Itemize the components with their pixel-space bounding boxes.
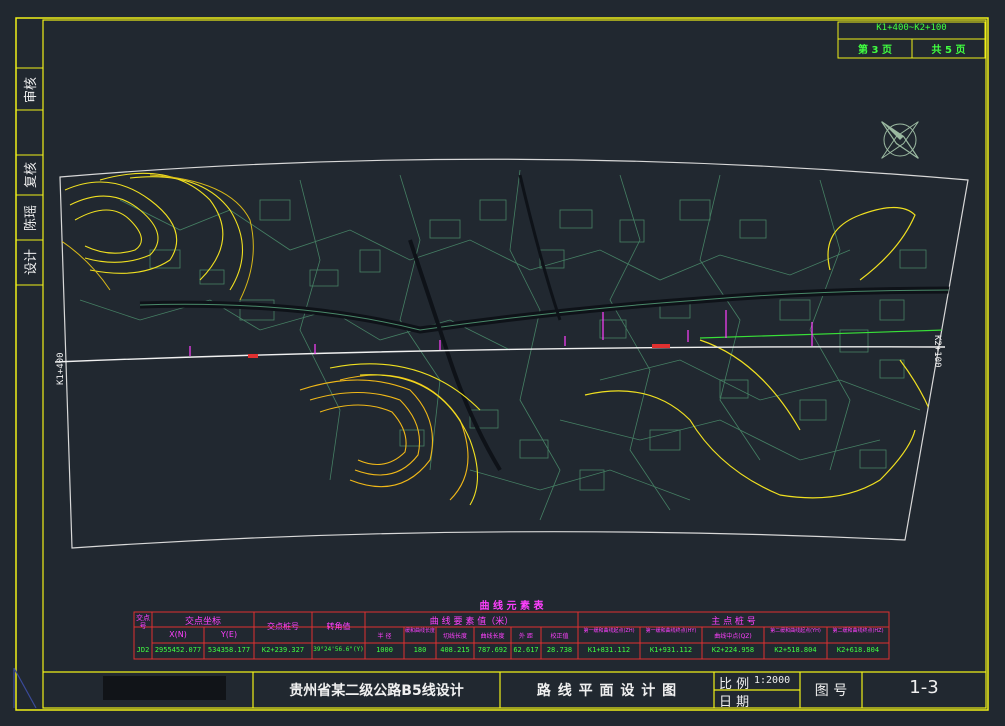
cell-hy: K1+931.112 (649, 646, 693, 654)
drawing-no: 1-3 (909, 677, 939, 698)
redacted-box (103, 676, 226, 700)
sheet-range: K1+400~K2+100 (876, 23, 947, 33)
hdr-main-points: 主 点 桩 号 (711, 617, 756, 627)
sub-yh: 第二缓和曲线起点(YH) (770, 628, 821, 634)
cell-hz: K2+618.804 (836, 646, 880, 654)
cell-deflection: 39°24'56.6"(Y) (313, 646, 364, 653)
sub-radius: 半 径 (377, 633, 392, 640)
sub-zh: 第一缓和曲线起点(ZH) (583, 628, 635, 634)
cell-external: 62.617 (513, 646, 539, 654)
side-shen-he: 审核 (24, 77, 39, 104)
project-title: 贵州省某二级公路B5线设计 (289, 683, 464, 699)
road-centerline (54, 346, 946, 363)
existing-road (139, 174, 961, 472)
cell-curve-len: 787.692 (477, 646, 508, 654)
contours-upper-left (64, 172, 244, 291)
cell-x: 2955452.077 (154, 646, 202, 654)
hdr-curve-elements: 曲 线 要 素 值（米） (429, 617, 514, 627)
sub-curve-len: 曲线长度 (480, 633, 505, 640)
hdr-coord: 交点坐标 (184, 617, 221, 627)
cell-zh: K1+831.112 (587, 646, 631, 654)
cell-radius: 1000 (376, 646, 393, 654)
scale-label: 比 例 (719, 677, 750, 692)
sheet-page-label: 第 3 页 (858, 45, 892, 56)
side-name: 陈瑶 (24, 205, 39, 232)
curve-table-title: 曲 线 元 素 表 (479, 601, 544, 612)
hdr-station: 交点桩号 (267, 622, 299, 631)
drawing-no-label: 图 号 (814, 683, 848, 699)
cell-correction: 28.738 (546, 646, 573, 654)
sub-tangent: 切线长度 (442, 633, 467, 640)
drawing-title: 路 线 平 面 设 计 图 (536, 683, 678, 699)
hdr-deflection: 转角值 (326, 622, 351, 631)
terrain-linework (79, 169, 927, 521)
cell-tangent: 408.215 (440, 646, 470, 654)
cell-station: K2+239.327 (261, 646, 305, 654)
cell-qz: K2+224.958 (711, 646, 755, 654)
cell-yh: K2+518.804 (774, 646, 817, 654)
sub-correction: 校正值 (550, 633, 569, 640)
cell-spiral: 180 (413, 646, 427, 654)
contours-right (584, 206, 941, 499)
contours-lower-middle (299, 374, 469, 501)
sub-spiral: 缓和曲线长度 (405, 628, 436, 634)
side-she-ji: 设计 (24, 249, 39, 276)
sub-hz: 第二缓和曲线终点(HZ) (832, 628, 884, 634)
sheet-total-label: 共 5 页 (931, 45, 966, 56)
date-label: 日 期 (719, 695, 750, 710)
sub-external: 外 距 (519, 633, 533, 640)
station-start: K1+400 (56, 352, 66, 385)
north-arrow-icon (881, 121, 919, 159)
sub-qz: 曲线中点(QZ) (714, 633, 752, 640)
sub-hy: 第一缓和曲线终点(HY) (645, 628, 697, 634)
cell-jd: JD2 (136, 646, 150, 654)
station-end: K2+100 (932, 335, 942, 368)
corner-marker-icon (13, 667, 37, 709)
hdr-jd-no: 交点号 (136, 614, 150, 630)
side-fu-he: 复核 (24, 162, 39, 189)
scale-value: 1:2000 (754, 675, 791, 686)
sub-x: X(N) (169, 630, 187, 639)
cell-y: 534358.177 (207, 646, 251, 654)
sub-y: Y(E) (220, 630, 238, 639)
